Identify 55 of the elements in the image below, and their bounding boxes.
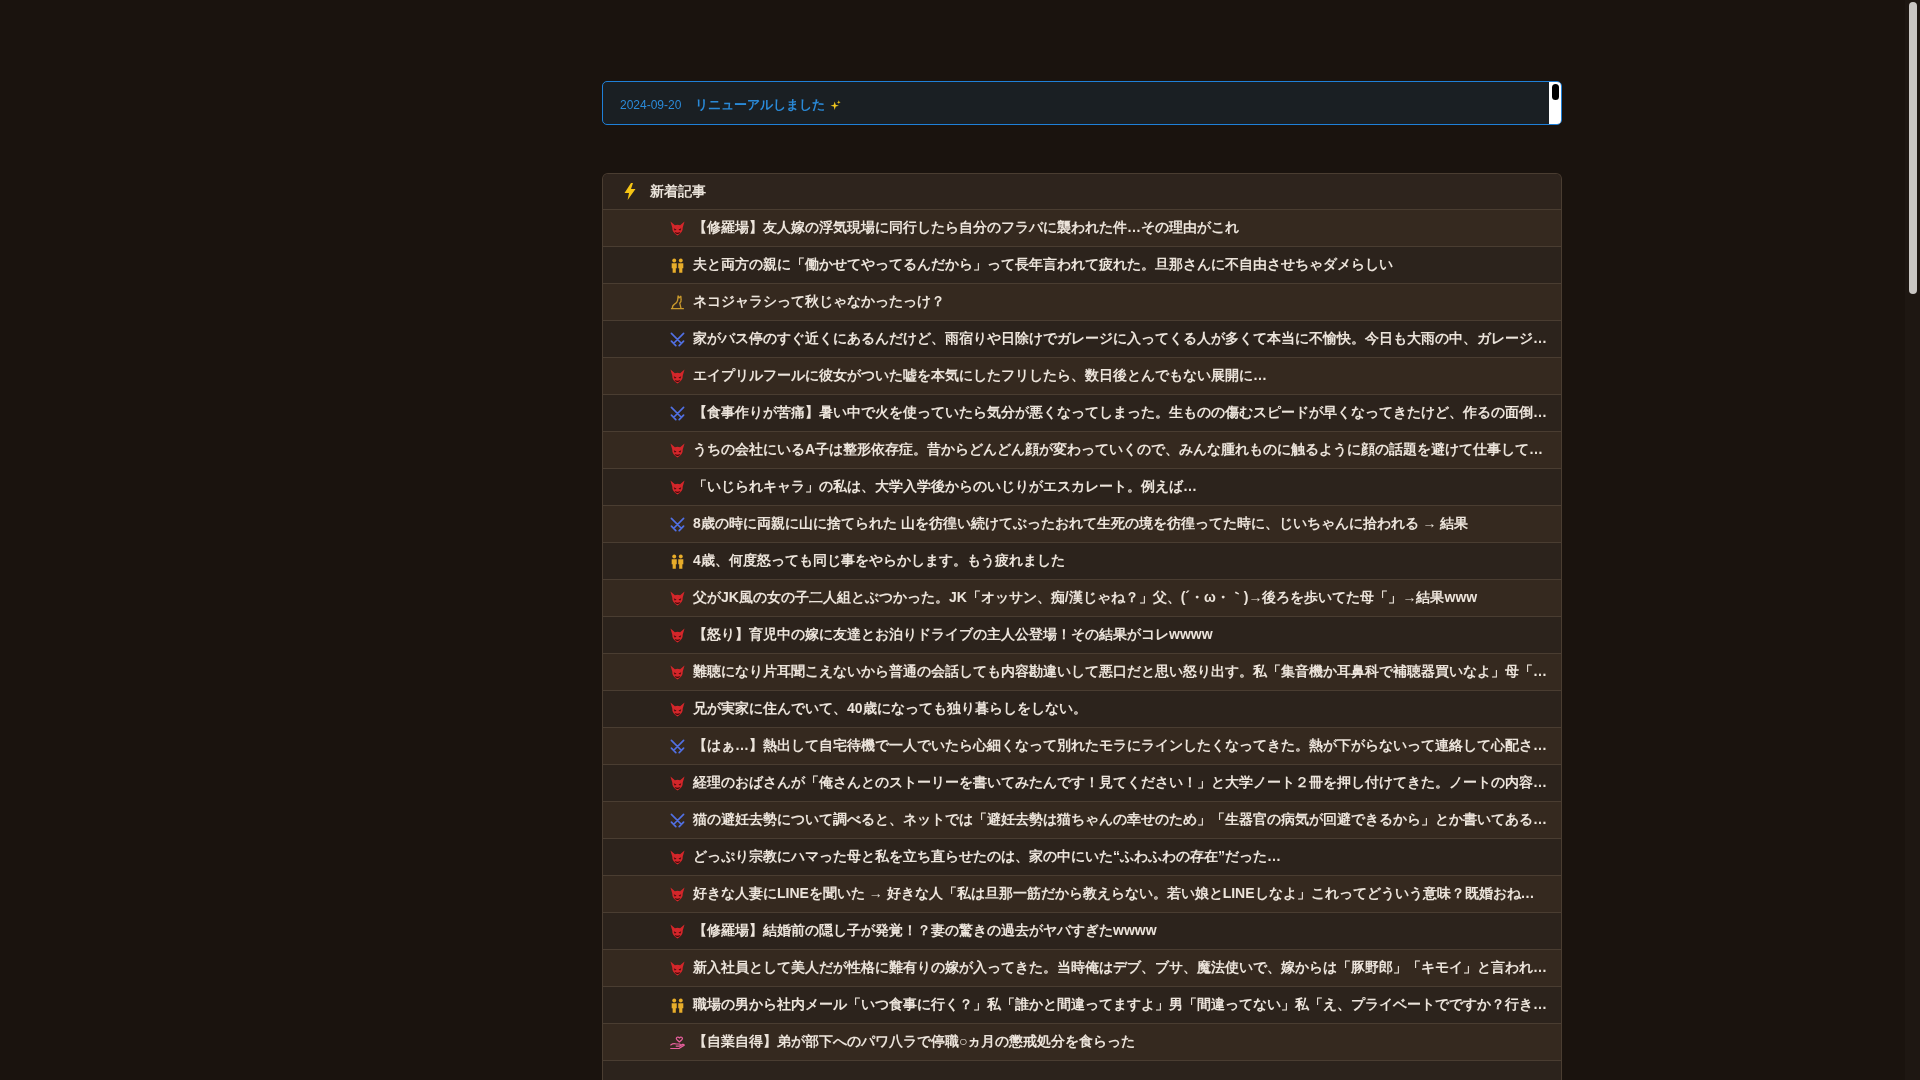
scrollbar-thumb[interactable] [1908,2,1917,294]
news-scrollbar[interactable] [1549,82,1561,124]
article-link[interactable]: 家がバス停のすぐ近くにあるんだけど、雨宿りや日除けでガレージに入ってくる人が多くて本当に不愉快。今日も大雨の中、ガレージ… [693,330,1547,348]
devil-face-icon [670,886,685,902]
news-link[interactable]: リニューアルしました [695,96,826,114]
article-link[interactable]: 猫の避妊去勢について調べると、ネットでは「避妊去勢は猫ちゃんの幸せのため」「生器官の病気が回避できるから」とか書いてある… [693,811,1547,829]
article-link[interactable]: 4歳、何度怒っても同じ事をやらかします。もう疲れました [693,552,1065,570]
devil-face-icon [670,220,685,236]
article-link[interactable]: 【怒り】育児中の嫁に友達とお泊りドライブの主人公登場！その結果がコレwwww [693,626,1213,644]
article-link[interactable]: 難聴になり片耳聞こえないから普通の会話しても内容勘違いして悪口だと思い怒り出す。私「集音機か耳鼻科で補聴器買いなよ」母「… [693,663,1547,681]
article-link[interactable]: 経理のおばさんが「俺さんとのストーリーを書いてみたんです！見てください！」と大学ノート２冊を押し付けてきた。ノートの内容… [693,774,1547,792]
devil-face-icon [670,923,685,939]
article-link[interactable]: 好きな人妻にLINEを聞いた → 好きな人「私は旦那一筋だから教えらない。若い娘とLINEしなよ」これってどういう意味？既婚おね… [693,885,1535,903]
people-icon [670,257,685,273]
article-link[interactable]: エイプリルフールに彼女がついた嘘を本気にしたフリしたら、数日後とんでもない展開に… [693,367,1267,385]
article-link[interactable]: 8歳の時に両親に山に捨てられた 山を彷徨い続けてぶったおれて生死の境を彷徨ってた時に、じいちゃんに拾われる → 結果 [693,515,1469,533]
people-icon [670,997,685,1013]
devil-face-icon [670,627,685,643]
lightning-icon [624,183,636,200]
cat-icon [670,294,685,310]
news-date: 2024-09-20 [620,98,682,112]
article-link[interactable]: 兄が実家に住んでいて、40歳になっても独り暮らしをしない。 [693,700,1087,718]
article-link[interactable]: 父がJK風の女の子二人組とぶつかった。JK「オッサン、痴/漢じゃね？」父、(´・ω・｀)→後ろを歩いてた母「」→結果www [693,589,1478,607]
devil-face-icon [670,960,685,976]
devil-face-icon [670,849,685,865]
article-link[interactable]: うちの会社にいるA子は整形依存症。昔からどんどん顔が変わっていくので、みんな腫れものに触るように顔の話題を避けて仕事して… [693,441,1544,459]
article-link[interactable]: ネコジャラシって秋じゃなかったっけ？ [693,293,945,311]
article-link[interactable]: 「いじられキャラ」の私は、大学入学後からのいじりがエスカレート。例えば… [693,478,1197,496]
devil-face-icon [670,775,685,791]
article-link[interactable]: どっぷり宗教にハマった母と私を立ち直らせたのは、家の中にいた“ふわふわの存在”だった… [693,848,1281,866]
hand-heart-icon [670,1034,685,1050]
crossed-swords-icon [670,331,685,347]
crossed-swords-icon [670,738,685,754]
devil-face-icon [670,442,685,458]
page-scrollbar[interactable] [1905,0,1920,1080]
article-link[interactable]: 【修羅場】結婚前の隠し子が発覚！？妻の驚きの過去がヤバすぎたwwww [693,922,1157,940]
devil-face-icon [670,664,685,680]
article-link[interactable]: 【食事作りが苦痛】暑い中で火を使っていたら気分が悪くなってしまった。生ものの傷むスピードが早くなってきたけど、作るの面倒… [693,404,1547,422]
article-link[interactable]: 夫と両方の親に「働かせてやってるんだから」って長年言われて疲れた。旦那さんに不自由させちゃダメらしい [693,256,1393,274]
devil-face-icon [670,368,685,384]
scrollbar-thumb[interactable] [1551,84,1559,100]
article-link[interactable]: 新入社員として美人だが性格に難有りの嫁が入ってきた。当時俺はデブ、ブサ、魔法使いで、嫁からは「豚野郎」「キモイ」と言われ… [693,959,1547,977]
article-link[interactable]: 【修羅場】友人嫁の浮気現場に同行したら自分のフラバに襲われた件…その理由がこれ [693,219,1239,237]
devil-face-icon [670,479,685,495]
sparkle-icon [830,99,842,111]
article-link[interactable]: 職場の男から社内メール「いつ食事に行く？」私「誰かと間違ってますよ」男「間違ってない」私「え、プライベートでですか？行き… [693,996,1547,1014]
article-link[interactable]: 【自業自得】弟が部下へのパワ八ラで停職○ヵ月の懲戒処分を食らった [693,1033,1136,1051]
devil-face-icon [670,590,685,606]
crossed-swords-icon [670,516,685,532]
devil-face-icon [670,701,685,717]
people-icon [670,553,685,569]
panel-title: 新着記事 [650,182,706,201]
crossed-swords-icon [670,405,685,421]
crossed-swords-icon [670,812,685,828]
article-link[interactable]: 【はぁ…】熱出して自宅待機で一人でいたら心細くなって別れたモラにラインしたくなってきた。熱が下がらないって連絡して心配さ… [693,737,1547,755]
